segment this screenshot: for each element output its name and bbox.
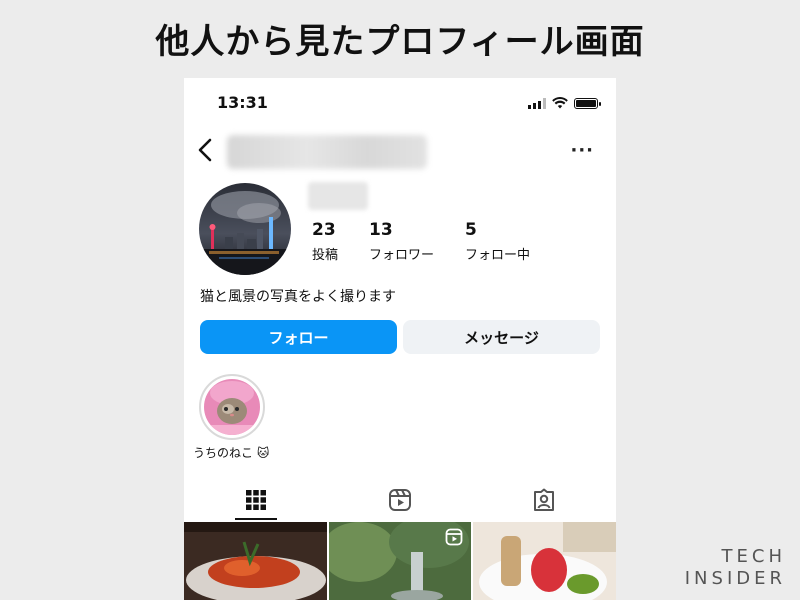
status-time: 13:31: [217, 93, 268, 112]
logo-line2: INSIDER: [684, 568, 786, 589]
posts-count: 23: [312, 220, 336, 240]
tech-insider-logo: TECH INSIDER: [685, 546, 786, 590]
tab-posts-grid[interactable]: [184, 478, 328, 522]
profile-bio: 猫と風景の写真をよく撮ります: [200, 289, 396, 305]
reel-badge-icon: [445, 528, 463, 546]
logo-line1: TECH: [721, 546, 786, 567]
following-label: フォロー中: [465, 248, 531, 263]
stat-followers[interactable]: 13 フォロワー: [369, 220, 434, 263]
active-tab-indicator: [235, 518, 277, 520]
username-blurred: [227, 135, 427, 169]
battery-icon: [574, 98, 601, 109]
wifi-icon: [552, 97, 568, 109]
message-button[interactable]: メッセージ: [403, 320, 600, 354]
profile-header: ···: [184, 128, 616, 174]
signal-icon: [528, 98, 546, 109]
story-highlight[interactable]: [199, 374, 265, 440]
followers-label: フォロワー: [369, 248, 435, 263]
profile-avatar[interactable]: [199, 183, 291, 275]
follow-button[interactable]: フォロー: [200, 320, 397, 354]
highlight-label: うちのねこ 🐱: [193, 446, 270, 460]
stat-following[interactable]: 5 フォロー中: [465, 220, 530, 263]
grid-icon: [246, 490, 266, 510]
more-options-icon[interactable]: ···: [570, 140, 594, 161]
display-name-blurred: [308, 182, 368, 210]
post-thumbnail-lobster[interactable]: [184, 522, 327, 600]
profile-screen: 13:31 ··· 23 投稿 13 フォロワー 5 フォロー中 猫と風景の写真…: [184, 78, 616, 600]
post-thumbnail-waterfall[interactable]: [328, 522, 472, 600]
followers-count: 13: [369, 220, 393, 240]
content-tabs: [184, 478, 616, 522]
post-thumbnail-dessert[interactable]: [473, 522, 616, 600]
cat-photo: [204, 379, 260, 435]
status-bar: 13:31: [184, 78, 616, 126]
headline: 他人から見たプロフィール画面: [155, 22, 645, 62]
tab-tagged[interactable]: [472, 478, 616, 522]
posts-label: 投稿: [312, 248, 339, 263]
posts-grid: [184, 522, 616, 600]
tagged-icon: [534, 488, 554, 511]
reels-icon: [389, 489, 411, 511]
back-arrow-icon[interactable]: [194, 136, 218, 164]
following-count: 5: [465, 220, 477, 240]
stat-posts[interactable]: 23 投稿: [312, 220, 338, 263]
tab-reels[interactable]: [328, 478, 472, 522]
